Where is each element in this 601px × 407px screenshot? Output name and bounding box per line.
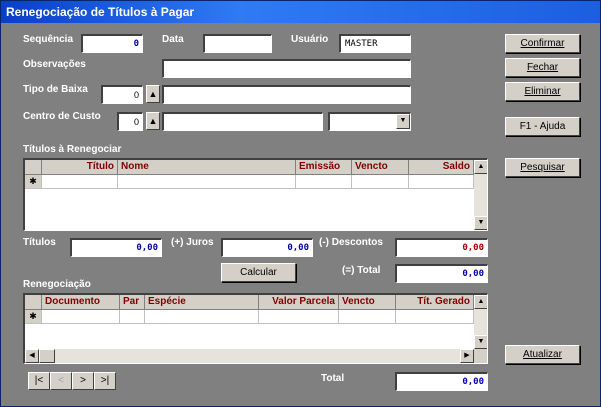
tipo-baixa-code-input[interactable]: 0 (101, 85, 143, 104)
atualizar-button[interactable]: Atualizar (505, 345, 580, 364)
table-cell[interactable] (118, 175, 296, 189)
total-value: 0,00 (395, 264, 488, 283)
renegociacao-vertical-scrollbar[interactable]: ▲ ▼ (474, 295, 487, 349)
tipo-baixa-desc-input[interactable] (162, 85, 411, 104)
nav-first-button[interactable]: |< (28, 372, 50, 390)
scroll-down-icon[interactable]: ▼ (474, 216, 487, 230)
footer-total-label: Total (321, 373, 345, 384)
centro-custo-code-input[interactable]: 0 (117, 112, 143, 131)
descontos-input[interactable]: 0,00 (395, 238, 488, 257)
column-header-titulo[interactable]: Título (42, 160, 118, 175)
arrow-up-icon: ▲ (148, 89, 158, 99)
row-indicator-header (25, 160, 42, 175)
table-cell[interactable] (339, 310, 396, 324)
calcular-button[interactable]: Calcular (221, 263, 296, 282)
centro-custo-dropdown[interactable]: ▼ (328, 112, 411, 131)
titulos-vertical-scrollbar[interactable]: ▲ ▼ (474, 160, 487, 230)
scrollbar-corner (474, 349, 487, 363)
pesquisar-button[interactable]: Pesquisar (505, 158, 580, 177)
column-header-nome[interactable]: Nome (118, 160, 296, 175)
observacoes-input[interactable] (162, 59, 411, 78)
total-label: (=) Total (342, 265, 381, 276)
column-header-especie[interactable]: Espécie (145, 295, 259, 310)
column-header-documento[interactable]: Documento (42, 295, 120, 310)
scroll-up-icon[interactable]: ▲ (474, 295, 487, 309)
tipo-baixa-label: Tipo de Baixa (23, 84, 88, 95)
column-header-saldo[interactable]: Saldo (409, 160, 474, 175)
footer-total-value: 0,00 (395, 372, 488, 391)
column-header-par[interactable]: Par (120, 295, 145, 310)
centro-custo-lookup-button[interactable]: ▲ (146, 112, 160, 130)
column-header-tit-gerado[interactable]: Tít. Gerado (396, 295, 474, 310)
centro-custo-label: Centro de Custo (23, 111, 101, 122)
titulos-grid[interactable]: Título Nome Emissão Vencto Saldo ✱ ▲ ▼ (23, 158, 488, 231)
table-cell[interactable] (396, 310, 474, 324)
table-cell[interactable] (120, 310, 145, 324)
table-cell[interactable] (296, 175, 352, 189)
new-row-indicator: ✱ (25, 310, 42, 324)
confirmar-button[interactable]: Confirmar (505, 34, 580, 53)
ajuda-button[interactable]: F1 - Ajuda (505, 117, 580, 136)
renegociacao-grid-caption: Renegociação (23, 279, 91, 290)
scroll-right-icon[interactable]: ▶ (460, 349, 474, 363)
titulos-grid-caption: Títulos à Renegociar (23, 144, 122, 155)
window-title: Renegociação de Títulos à Pagar (1, 1, 600, 23)
scroll-down-icon[interactable]: ▼ (474, 335, 487, 349)
scroll-left-icon[interactable]: ◀ (25, 349, 39, 363)
juros-input[interactable]: 0,00 (221, 238, 313, 257)
fechar-button[interactable]: Fechar (505, 58, 580, 77)
titulos-total-label: Títulos (23, 237, 56, 248)
nav-next-button[interactable]: > (72, 372, 94, 390)
usuario-label: Usuário (291, 34, 329, 45)
sequencia-label: Sequência (23, 34, 74, 45)
data-label: Data (162, 34, 184, 45)
centro-custo-desc-input[interactable] (162, 112, 323, 131)
nav-prev-button[interactable]: < (50, 372, 72, 390)
column-header-valor-parcela[interactable]: Valor Parcela (259, 295, 339, 310)
table-cell[interactable] (42, 175, 118, 189)
sequencia-input[interactable]: 0 (81, 34, 143, 53)
table-cell[interactable] (409, 175, 474, 189)
nav-last-button[interactable]: >| (94, 372, 116, 390)
table-cell[interactable] (42, 310, 120, 324)
new-row-indicator: ✱ (25, 175, 42, 189)
titulos-total-value: 0,00 (70, 238, 162, 257)
eliminar-button[interactable]: Eliminar (505, 82, 580, 101)
column-header-vencto[interactable]: Vencto (352, 160, 409, 175)
renegociacao-horizontal-scrollbar[interactable]: ◀ ▶ (25, 349, 474, 363)
table-cell[interactable] (352, 175, 409, 189)
juros-label: (+) Juros (171, 237, 214, 248)
observacoes-label: Observações (23, 59, 86, 70)
column-header-vencto[interactable]: Vencto (339, 295, 396, 310)
row-indicator-header (25, 295, 42, 310)
scrollbar-thumb[interactable] (39, 349, 55, 363)
arrow-up-icon: ▲ (148, 116, 158, 126)
column-header-emissao[interactable]: Emissão (296, 160, 352, 175)
renegociacao-grid[interactable]: Documento Par Espécie Valor Parcela Venc… (23, 293, 488, 364)
data-input[interactable] (203, 34, 272, 53)
table-cell[interactable] (145, 310, 259, 324)
usuario-input[interactable]: MASTER (339, 34, 411, 53)
renegociacao-window: Renegociação de Títulos à Pagar Sequênci… (0, 0, 601, 407)
scroll-up-icon[interactable]: ▲ (474, 160, 487, 174)
chevron-down-icon[interactable]: ▼ (396, 114, 410, 129)
tipo-baixa-lookup-button[interactable]: ▲ (146, 85, 160, 103)
descontos-label: (-) Descontos (319, 237, 383, 248)
table-cell[interactable] (259, 310, 339, 324)
